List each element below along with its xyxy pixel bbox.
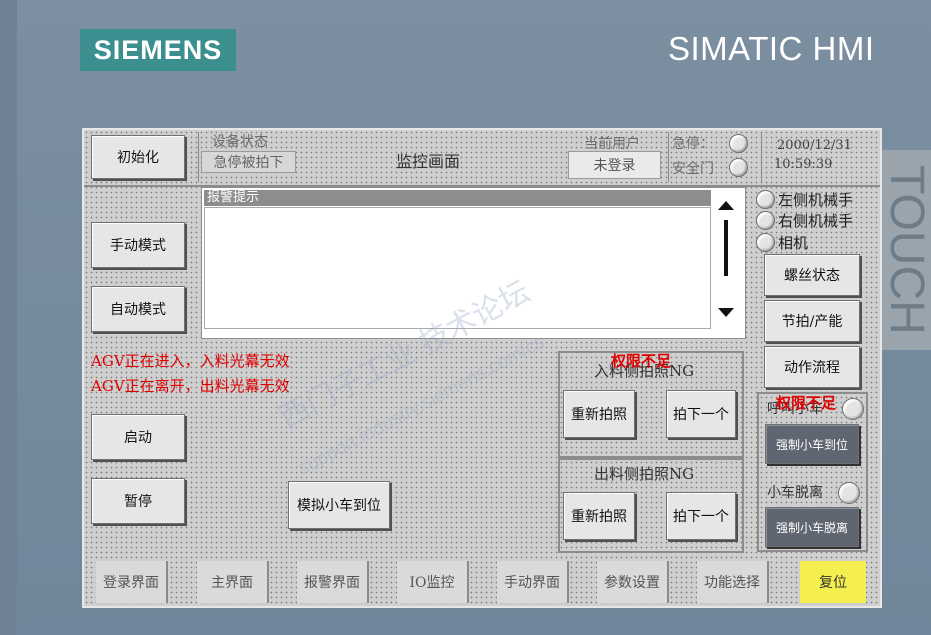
device-status-label: 设备状态 bbox=[212, 134, 268, 150]
status-message: AGV正在进入，入料光幕无效 bbox=[91, 352, 290, 370]
time-display: 10:59:39 bbox=[774, 157, 833, 172]
cycle-output-button[interactable]: 节拍/产能 bbox=[764, 300, 860, 342]
product-name: SIMATIC HMI bbox=[668, 30, 875, 67]
screen-title: 监控画面 bbox=[396, 152, 461, 171]
alarm-window: 报警提示 bbox=[201, 187, 746, 339]
camera-label: 相机 bbox=[778, 234, 809, 252]
simulate-cart-button[interactable]: 模拟小车到位 bbox=[288, 481, 390, 529]
cart-leave-indicator bbox=[838, 482, 860, 504]
outfeed-retake-button[interactable]: 重新拍照 bbox=[563, 492, 635, 540]
tab-parameters[interactable]: 参数设置 bbox=[597, 561, 669, 603]
pause-button[interactable]: 暂停 bbox=[91, 478, 185, 524]
status-message: AGV正在离开，出料光幕无效 bbox=[91, 377, 290, 395]
forum-watermark-url: support.industry.siemens.com/cs bbox=[294, 331, 548, 480]
action-flow-button[interactable]: 动作流程 bbox=[764, 346, 860, 388]
scroll-thumb[interactable] bbox=[724, 220, 728, 276]
outfeed-panel-title: 出料侧拍照NG bbox=[594, 465, 695, 483]
screw-status-button[interactable]: 螺丝状态 bbox=[764, 254, 860, 296]
tab-main[interactable]: 主界面 bbox=[197, 561, 269, 603]
alarm-list[interactable] bbox=[204, 207, 711, 329]
header-divider bbox=[761, 132, 762, 182]
siemens-logo: SIEMENS bbox=[80, 29, 236, 71]
tab-login[interactable]: 登录界面 bbox=[96, 561, 168, 603]
infeed-next-button[interactable]: 拍下一个 bbox=[666, 390, 736, 438]
date-display: 2000/12/31 bbox=[777, 138, 852, 153]
right-robot-label: 右侧机械手 bbox=[778, 212, 854, 230]
manual-mode-button[interactable]: 手动模式 bbox=[91, 222, 185, 268]
header-divider bbox=[198, 132, 199, 182]
auto-mode-button[interactable]: 自动模式 bbox=[91, 286, 185, 332]
device-status-value: 急停被拍下 bbox=[201, 151, 296, 173]
scroll-down-icon[interactable] bbox=[718, 308, 734, 317]
left-robot-label: 左侧机械手 bbox=[778, 191, 854, 209]
start-button[interactable]: 启动 bbox=[91, 414, 185, 460]
safety-door-indicator bbox=[729, 158, 748, 177]
outfeed-next-button[interactable]: 拍下一个 bbox=[666, 492, 736, 540]
touch-label: TOUCH bbox=[882, 150, 931, 350]
init-button[interactable]: 初始化 bbox=[91, 135, 185, 179]
alarm-header: 报警提示 bbox=[204, 190, 711, 206]
infeed-retake-button[interactable]: 重新拍照 bbox=[563, 390, 635, 438]
force-cart-arrive-button[interactable]: 强制小车到位 bbox=[765, 424, 859, 464]
tab-alarm[interactable]: 报警界面 bbox=[297, 561, 369, 603]
infeed-warning: 权限不足 bbox=[611, 352, 672, 370]
force-cart-leave-button[interactable]: 强制小车脱离 bbox=[765, 507, 859, 547]
tab-function-select[interactable]: 功能选择 bbox=[697, 561, 769, 603]
tab-manual[interactable]: 手动界面 bbox=[497, 561, 569, 603]
left-robot-indicator bbox=[756, 190, 775, 209]
safety-door-label: 安全门 bbox=[672, 161, 714, 177]
cart-warning: 权限不足 bbox=[776, 394, 837, 412]
header-divider bbox=[668, 132, 669, 182]
estop-indicator bbox=[729, 134, 748, 153]
current-user-label: 当前用户 bbox=[584, 136, 640, 152]
tab-io-monitor[interactable]: IO监控 bbox=[397, 561, 469, 603]
estop-label: 急停： bbox=[672, 136, 714, 152]
cart-leave-label: 小车脱离 bbox=[767, 485, 823, 501]
reset-button[interactable]: 复位 bbox=[800, 561, 866, 603]
right-robot-indicator bbox=[756, 211, 775, 230]
call-cart-indicator bbox=[842, 398, 864, 420]
hmi-screen: 初始化 设备状态 急停被拍下 监控画面 当前用户 未登录 急停： 安全门 200… bbox=[82, 128, 882, 608]
scroll-up-icon[interactable] bbox=[718, 201, 734, 210]
current-user-field[interactable]: 未登录 bbox=[568, 151, 661, 179]
camera-indicator bbox=[756, 233, 775, 252]
